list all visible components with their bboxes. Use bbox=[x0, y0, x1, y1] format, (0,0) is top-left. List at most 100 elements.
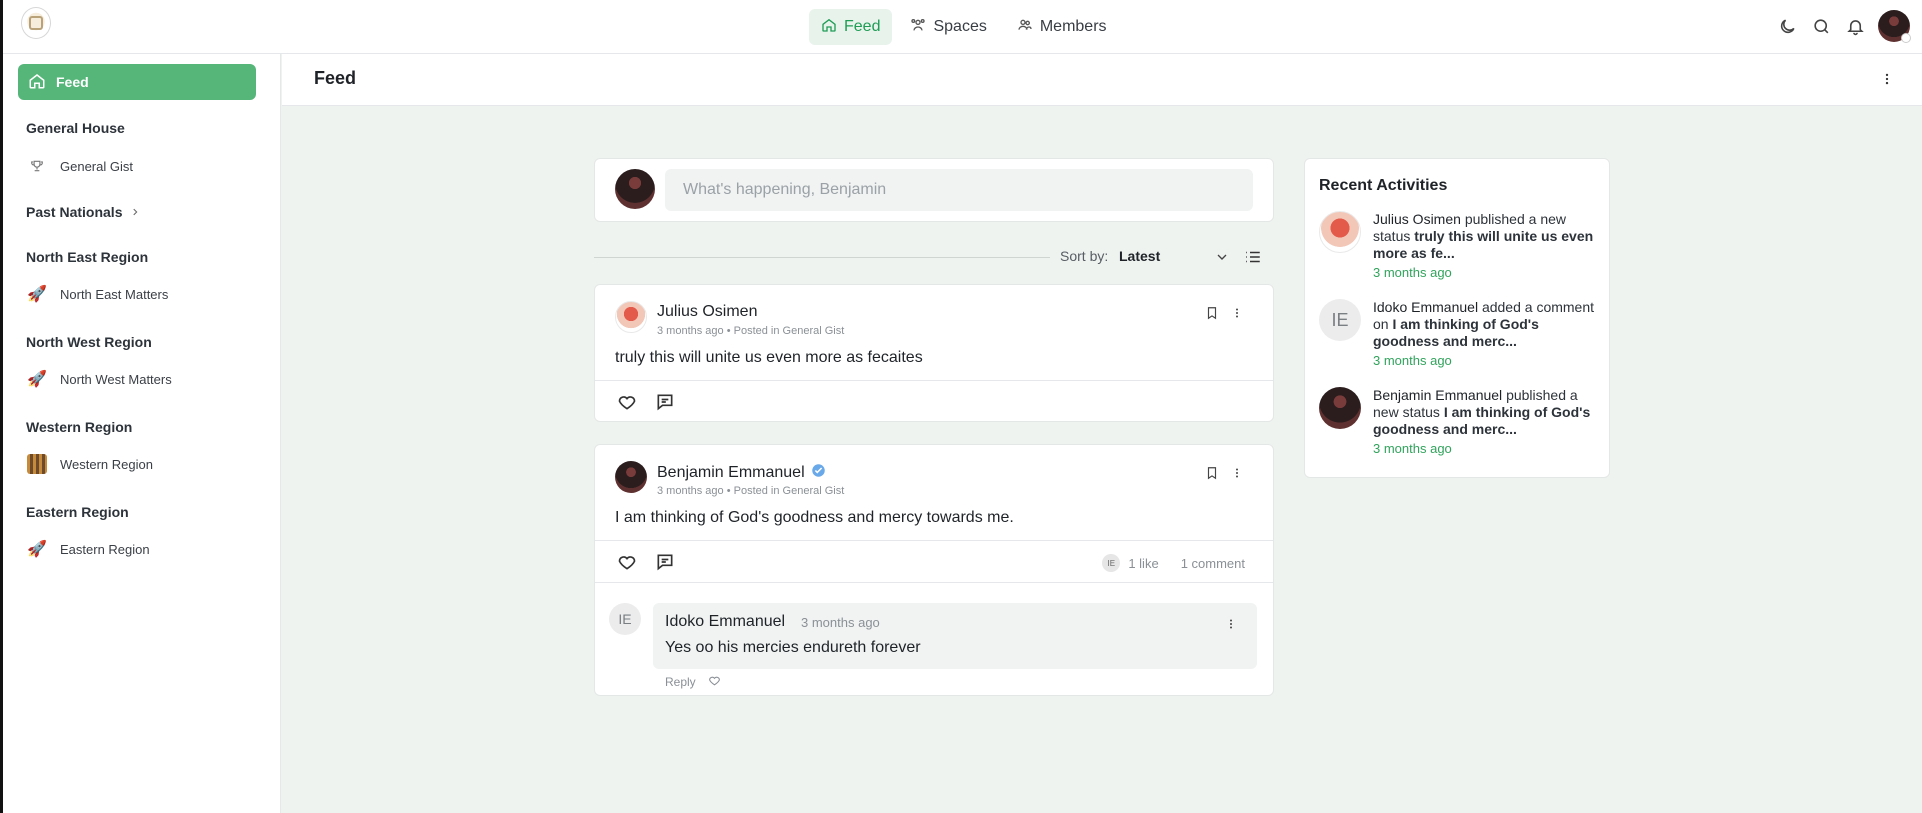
post-meta: 3 months ago • Posted in General Gist bbox=[657, 325, 845, 337]
search-icon[interactable] bbox=[1810, 15, 1832, 37]
more-vertical-icon[interactable] bbox=[1880, 70, 1894, 93]
post-meta: 3 months ago • Posted in General Gist bbox=[657, 485, 845, 497]
sidebar-group-general-house[interactable]: General House bbox=[26, 120, 125, 136]
more-vertical-icon[interactable] bbox=[1231, 465, 1243, 486]
chevron-down-icon[interactable] bbox=[1214, 249, 1230, 270]
activity-item[interactable]: Benjamin Emmanuel published a new status… bbox=[1319, 387, 1599, 463]
bookmark-icon[interactable] bbox=[1205, 305, 1219, 326]
comment-author[interactable]: Idoko Emmanuel bbox=[665, 613, 785, 631]
activity-actor: Benjamin Emmanuel bbox=[1373, 387, 1503, 403]
more-vertical-icon[interactable] bbox=[1231, 305, 1243, 326]
rocket-icon: 🚀 bbox=[27, 371, 47, 388]
activity-text: Julius Osimen published a new status tru… bbox=[1373, 211, 1599, 281]
page-title: Feed bbox=[314, 68, 357, 88]
heart-icon[interactable] bbox=[617, 552, 637, 577]
composer: What's happening, Benjamin bbox=[594, 158, 1274, 222]
spaces-icon bbox=[910, 17, 926, 38]
post-author[interactable]: Julius Osimen bbox=[657, 303, 757, 321]
sidebar-item-feed[interactable]: Feed bbox=[18, 64, 256, 100]
home-icon bbox=[28, 72, 46, 93]
image-icon bbox=[26, 453, 48, 475]
heart-icon[interactable] bbox=[708, 674, 721, 690]
top-nav: Feed Spaces Members bbox=[809, 9, 1119, 45]
comment-icon[interactable] bbox=[655, 392, 675, 417]
members-icon bbox=[1017, 17, 1033, 38]
sidebar-item-label: Feed bbox=[56, 74, 89, 90]
nav-feed-label: Feed bbox=[844, 18, 881, 35]
avatar: IE bbox=[1319, 299, 1361, 341]
bell-icon[interactable] bbox=[1844, 15, 1866, 37]
sidebar-item-eastern-region[interactable]: 🚀 Eastern Region bbox=[26, 538, 150, 560]
sidebar-group-north-west[interactable]: North West Region bbox=[26, 334, 152, 350]
post-actions bbox=[595, 380, 1273, 422]
trophy-icon bbox=[26, 155, 48, 177]
comment-count[interactable]: 1 comment bbox=[1181, 556, 1245, 571]
status-input[interactable]: What's happening, Benjamin bbox=[665, 169, 1253, 211]
nav-feed[interactable]: Feed bbox=[809, 9, 893, 45]
liker-avatar: IE bbox=[1102, 554, 1121, 572]
rocket-icon: 🚀 bbox=[27, 541, 47, 558]
sidebar-item-general-gist[interactable]: General Gist bbox=[26, 155, 133, 177]
sidebar-item-north-east-matters[interactable]: 🚀 North East Matters bbox=[26, 283, 168, 305]
comment-icon[interactable] bbox=[655, 552, 675, 577]
divider bbox=[595, 582, 1273, 583]
comment-text: Yes oo his mercies endureth forever bbox=[665, 639, 921, 656]
sidebar-item-western-region[interactable]: Western Region bbox=[26, 453, 153, 475]
profile-avatar[interactable] bbox=[1878, 10, 1911, 43]
activity-text: Benjamin Emmanuel published a new status… bbox=[1373, 387, 1599, 457]
avatar bbox=[615, 169, 655, 209]
moon-icon[interactable] bbox=[1776, 15, 1798, 37]
nav-spaces-label: Spaces bbox=[933, 18, 987, 35]
avatar[interactable] bbox=[615, 301, 647, 333]
activity-item[interactable]: IE Idoko Emmanuel added a comment on I a… bbox=[1319, 299, 1599, 375]
activity-time: 3 months ago bbox=[1373, 353, 1452, 368]
activity-target: I am thinking of God's goodness and merc… bbox=[1373, 316, 1539, 349]
sidebar-group-label: Past Nationals bbox=[26, 204, 123, 220]
sidebar-item-label: General Gist bbox=[60, 158, 133, 174]
like-count[interactable]: 1 like bbox=[1128, 556, 1158, 571]
more-vertical-icon[interactable] bbox=[1225, 617, 1237, 636]
post-body: truly this will unite us even more as fe… bbox=[615, 349, 923, 366]
sidebar-group-western[interactable]: Western Region bbox=[26, 419, 132, 435]
list-view-icon[interactable] bbox=[1244, 248, 1262, 271]
nav-spaces[interactable]: Spaces bbox=[898, 9, 998, 45]
avatar bbox=[1319, 387, 1361, 429]
sidebar-item-north-west-matters[interactable]: 🚀 North West Matters bbox=[26, 368, 172, 390]
activity-text: Idoko Emmanuel added a comment on I am t… bbox=[1373, 299, 1599, 369]
sidebar-item-label: North East Matters bbox=[60, 286, 169, 302]
rocket-icon: 🚀 bbox=[27, 286, 47, 303]
bookmark-icon[interactable] bbox=[1205, 465, 1219, 486]
verified-badge-icon bbox=[811, 463, 826, 483]
sidebar-group-eastern[interactable]: Eastern Region bbox=[26, 504, 129, 520]
main-header: Feed bbox=[282, 54, 1922, 106]
comment-time: 3 months ago bbox=[801, 615, 880, 630]
sidebar-group-north-east[interactable]: North East Region bbox=[26, 249, 148, 265]
comment: Idoko Emmanuel 3 months ago Yes oo his m… bbox=[653, 603, 1257, 669]
nav-members[interactable]: Members bbox=[1005, 9, 1119, 45]
post-card: Benjamin Emmanuel 3 months ago • Posted … bbox=[594, 444, 1274, 696]
activity-actor: Julius Osimen bbox=[1373, 211, 1461, 227]
heart-icon[interactable] bbox=[617, 392, 637, 417]
sort-select[interactable]: Latest bbox=[1119, 248, 1160, 264]
panel-title: Recent Activities bbox=[1319, 177, 1448, 194]
reply-link[interactable]: Reply bbox=[665, 675, 696, 689]
avatar[interactable] bbox=[615, 461, 647, 493]
activity-item[interactable]: Julius Osimen published a new status tru… bbox=[1319, 211, 1599, 287]
sidebar-group-past-nationals[interactable]: Past Nationals bbox=[26, 204, 140, 220]
sidebar-item-label: Western Region bbox=[60, 456, 153, 472]
post-author-row: Benjamin Emmanuel bbox=[657, 463, 826, 483]
sidebar-item-label: Eastern Region bbox=[60, 541, 150, 557]
sidebar-item-label: North West Matters bbox=[60, 371, 172, 387]
avatar bbox=[1319, 211, 1361, 253]
home-icon bbox=[821, 17, 837, 38]
activity-time: 3 months ago bbox=[1373, 265, 1452, 280]
top-bar: Feed Spaces Members bbox=[3, 0, 1922, 54]
activity-time: 3 months ago bbox=[1373, 441, 1452, 456]
community-logo[interactable] bbox=[21, 7, 51, 39]
top-actions bbox=[1776, 10, 1911, 43]
post-stats: IE 1 like 1 comment bbox=[1102, 554, 1245, 572]
post-body: I am thinking of God's goodness and merc… bbox=[615, 509, 1014, 526]
activity-actor: Idoko Emmanuel bbox=[1373, 299, 1479, 315]
post-author[interactable]: Benjamin Emmanuel bbox=[657, 464, 805, 482]
avatar[interactable]: IE bbox=[609, 603, 641, 635]
